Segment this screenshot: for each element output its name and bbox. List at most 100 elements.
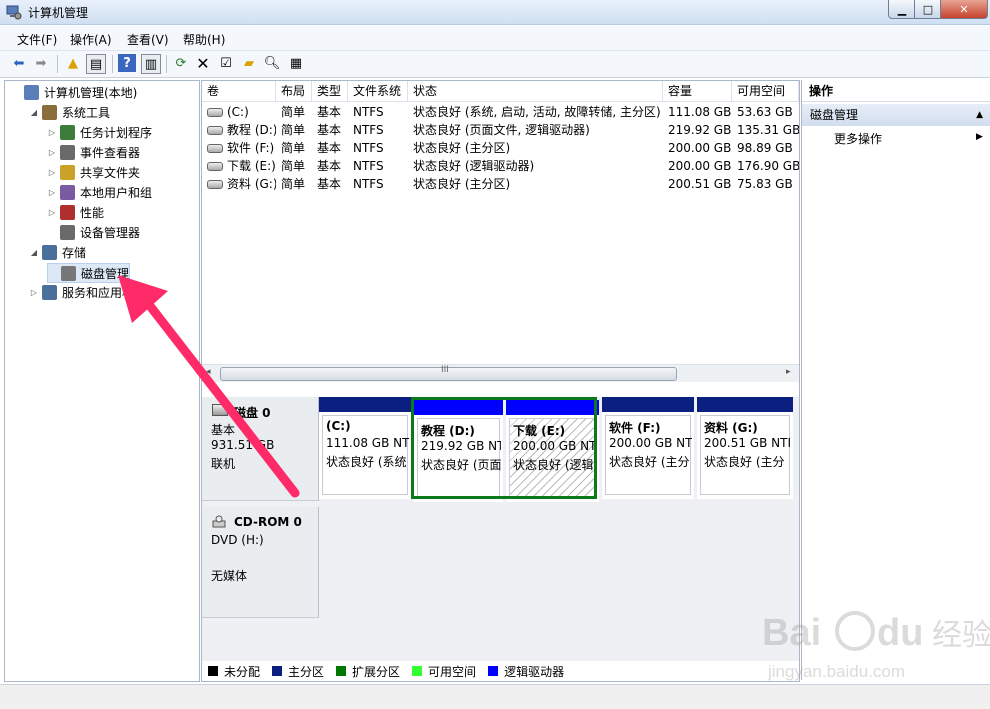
partition-status: 状态良好 (页面: [421, 458, 501, 472]
table-cell: 176.90 GB: [737, 159, 799, 173]
actions-pane: 操作 磁盘管理 ▲ 更多操作 ▶: [801, 80, 990, 680]
expander-icon[interactable]: ◢: [29, 108, 39, 117]
table-cell: 状态良好 (主分区): [413, 141, 511, 155]
table-cell: NTFS: [353, 105, 384, 119]
show-action-pane-icon[interactable]: ▥: [141, 54, 161, 74]
column-header[interactable]: 布局: [276, 81, 312, 101]
performance-icon: [60, 204, 75, 220]
partition-name: (C:): [326, 419, 351, 433]
svg-text:jingyan.baidu.com: jingyan.baidu.com: [767, 662, 905, 681]
partition[interactable]: 下载 (E:) 200.00 GB NT 状态良好 (逻辑: [506, 400, 599, 502]
delete-icon[interactable]: ✕: [194, 54, 212, 73]
legend-swatch: [488, 666, 499, 676]
minimize-button[interactable]: ▁: [888, 0, 915, 19]
back-icon[interactable]: ⬅: [10, 54, 28, 72]
disk-management-icon: [61, 265, 76, 281]
table-row[interactable]: 资料 (G:) 简单 基本 NTFS 状态良好 (主分区) 200.51 GB 75.83 …: [202, 175, 799, 193]
volume-name: 软件 (F:): [227, 141, 275, 155]
svg-text:经验: 经验: [932, 618, 990, 653]
table-cell: NTFS: [353, 159, 384, 173]
open-folder-icon[interactable]: ▰: [240, 54, 258, 72]
menu-view[interactable]: 查看(V): [127, 31, 169, 48]
expander-icon[interactable]: ▷: [47, 188, 57, 197]
partition[interactable]: 软件 (F:) 200.00 GB NT 状态良好 (主分: [602, 397, 694, 499]
menu-file[interactable]: 文件(F): [17, 31, 57, 48]
table-cell: 状态良好 (主分区): [413, 177, 511, 191]
expander-icon[interactable]: ▷: [29, 288, 39, 297]
legend-swatch: [412, 666, 423, 676]
table-cell: 状态良好 (逻辑驱动器): [413, 159, 535, 173]
partition-status: 状态良好 (主分: [704, 455, 785, 469]
column-header[interactable]: 容量: [663, 81, 732, 101]
menu-help[interactable]: 帮助(H): [183, 31, 225, 48]
tree-item[interactable]: ▷ 事件查看器: [47, 143, 140, 161]
cdrom-media: 无媒体: [211, 569, 248, 583]
close-button[interactable]: ✕: [940, 0, 988, 19]
tree-item-label: 任务计划程序: [80, 125, 153, 140]
tree-item[interactable]: ▷ 本地用户和组: [47, 183, 152, 201]
menu-action[interactable]: 操作(A): [70, 31, 112, 48]
partition-name: 教程 (D:): [421, 424, 475, 438]
column-header[interactable]: 状态: [408, 81, 663, 101]
table-cell: 资料 (G:): [202, 175, 276, 193]
tree-item[interactable]: 计算机管理(本地): [11, 83, 137, 101]
tree-item[interactable]: ◢ 系统工具: [29, 103, 110, 121]
column-header[interactable]: 文件系统: [348, 81, 408, 101]
cdrom-0-label[interactable]: CD-ROM 0 DVD (H:) 无媒体: [202, 507, 319, 618]
table-cell: 简单: [281, 159, 306, 173]
partition[interactable]: 资料 (G:) 200.51 GB NTI 状态良好 (主分: [697, 397, 793, 499]
partition-color-bar: [506, 400, 599, 415]
properties-icon[interactable]: ☑: [217, 54, 235, 72]
table-row[interactable]: 下载 (E:) 简单 基本 NTFS 状态良好 (逻辑驱动器) 200.00 GB 176.…: [202, 157, 799, 175]
tree-item[interactable]: 设备管理器: [47, 223, 140, 241]
table-row[interactable]: 教程 (D:) 简单 基本 NTFS 状态良好 (页面文件, 逻辑驱动器) 219.92 …: [202, 121, 799, 139]
column-header[interactable]: 卷: [202, 81, 276, 101]
help-icon[interactable]: ?: [118, 54, 136, 72]
expander-icon[interactable]: ▷: [47, 208, 57, 217]
volume-name: 教程 (D:): [227, 123, 276, 137]
tree-item-label: 共享文件夹: [80, 165, 141, 180]
scroll-right-icon[interactable]: ▸: [786, 367, 791, 377]
tools-icon: [42, 104, 57, 120]
cdrom-icon: [212, 515, 226, 528]
column-header[interactable]: 类型: [312, 81, 348, 101]
column-header[interactable]: 可用空间: [732, 81, 799, 101]
partition-name: 资料 (G:): [704, 421, 758, 435]
search-icon[interactable]: 🔍︎: [263, 54, 281, 72]
table-cell: NTFS: [353, 177, 384, 191]
actions-group-label: 磁盘管理: [810, 108, 859, 122]
partition[interactable]: 教程 (D:) 219.92 GB NT 状态良好 (页面: [414, 400, 503, 502]
more-actions[interactable]: 更多操作: [834, 130, 882, 147]
expander-icon[interactable]: ▷: [47, 128, 57, 137]
actions-group-disk-management[interactable]: 磁盘管理 ▲: [802, 104, 990, 126]
partition-size: 200.51 GB NTI: [704, 436, 791, 450]
collapse-icon[interactable]: ▲: [976, 104, 983, 126]
table-cell: 200.51 GB: [668, 177, 732, 191]
tree-item[interactable]: ▷ 任务计划程序: [47, 123, 152, 141]
table-cell: 基本: [317, 105, 342, 119]
tree-item[interactable]: ▷ 共享文件夹: [47, 163, 140, 181]
expander-icon[interactable]: ▷: [47, 148, 57, 157]
table-cell: NTFS: [353, 123, 384, 137]
table-row[interactable]: (C:) 简单 基本 NTFS 状态良好 (系统, 启动, 活动, 故障转储, 主分区)…: [202, 103, 799, 121]
forward-icon[interactable]: ➡: [32, 54, 50, 72]
expander-icon[interactable]: ▷: [47, 168, 57, 177]
refresh-icon[interactable]: ⟳: [172, 54, 190, 72]
disk-properties-icon[interactable]: ▦: [287, 54, 305, 72]
up-folder-icon[interactable]: ▲: [64, 54, 82, 72]
device-manager-icon: [60, 224, 75, 240]
table-cell: 软件 (F:): [202, 139, 276, 157]
table-row[interactable]: 软件 (F:) 简单 基本 NTFS 状态良好 (主分区) 200.00 GB 98.89 …: [202, 139, 799, 157]
tree-item[interactable]: ◢ 存储: [29, 243, 86, 261]
legend-label: 扩展分区: [352, 664, 401, 679]
tree-item-label: 事件查看器: [80, 145, 141, 160]
show-tree-icon[interactable]: ▤: [86, 54, 106, 74]
maximize-icon: □: [922, 2, 934, 16]
table-cell: 200.00 GB: [668, 141, 732, 155]
expander-icon[interactable]: ◢: [29, 248, 39, 257]
tree-item[interactable]: ▷ 性能: [47, 203, 104, 221]
partition[interactable]: (C:) 111.08 GB NT 状态良好 (系统: [319, 397, 411, 499]
maximize-button[interactable]: □: [914, 0, 942, 19]
table-cell: 简单: [281, 105, 306, 119]
title-bar: 计算机管理 ▁ □ ✕: [0, 0, 990, 25]
